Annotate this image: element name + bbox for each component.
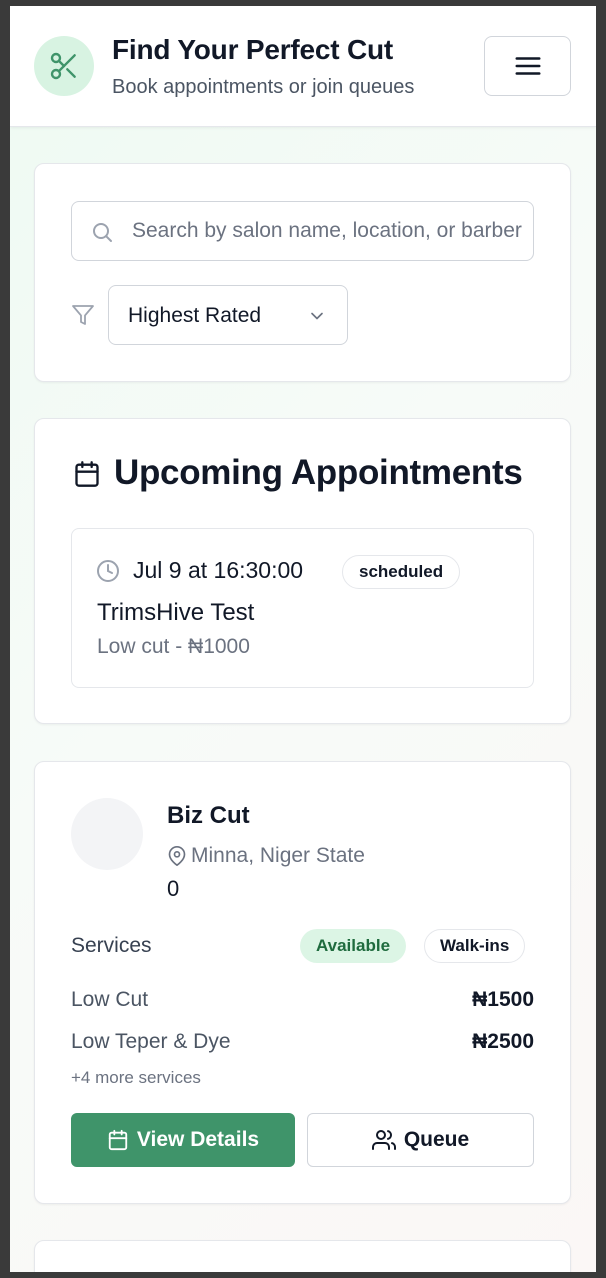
- queue-label: Queue: [403, 1128, 470, 1151]
- service-price: ₦1500: [472, 988, 534, 1011]
- salon-avatar: [71, 798, 143, 870]
- hamburger-menu-icon: [515, 57, 540, 75]
- search-box[interactable]: [71, 201, 534, 261]
- menu-button[interactable]: [484, 36, 571, 96]
- clock-icon: [97, 560, 119, 582]
- sort-dropdown[interactable]: Highest Rated: [108, 285, 348, 345]
- upcoming-appointments-card: Upcoming Appointments Jul 9 at 16:30:00 …: [34, 418, 571, 724]
- available-badge: Available: [300, 929, 407, 963]
- salon-card-next: [34, 1240, 571, 1272]
- page-title: Find Your Perfect Cut: [112, 34, 394, 65]
- users-icon: [371, 1130, 396, 1150]
- appointment-salon: TrimsHive Test: [97, 599, 255, 626]
- search-icon: [93, 223, 112, 242]
- view-details-label: View Details: [136, 1128, 260, 1151]
- salon-name: Biz Cut: [167, 802, 250, 829]
- service-row: Low Teper & Dye ₦2500: [71, 1030, 534, 1060]
- service-price: ₦2500: [472, 1030, 534, 1053]
- appointment-item[interactable]: Jul 9 at 16:30:00 scheduled TrimsHive Te…: [71, 528, 534, 688]
- view-details-button[interactable]: View Details: [71, 1113, 295, 1167]
- app-viewport: Find Your Perfect Cut Book appointments …: [10, 6, 596, 1272]
- salon-card: Biz Cut Minna, Niger State 0 Services Av…: [34, 761, 571, 1204]
- salon-rating: 0: [167, 876, 180, 901]
- walkins-badge: Walk-ins: [424, 929, 526, 963]
- service-name: Low Cut: [71, 988, 149, 1011]
- filter-icon: [72, 305, 94, 325]
- appointment-time: Jul 9 at 16:30:00: [133, 557, 304, 583]
- search-input[interactable]: [132, 202, 527, 260]
- service-name: Low Teper & Dye: [71, 1030, 231, 1053]
- sort-selected-value: Highest Rated: [128, 304, 262, 327]
- app-logo: [34, 36, 94, 96]
- queue-button[interactable]: Queue: [307, 1113, 534, 1167]
- appointments-heading: Upcoming Appointments: [114, 453, 523, 492]
- salon-location: Minna, Niger State: [191, 844, 365, 867]
- app-header: Find Your Perfect Cut Book appointments …: [10, 6, 596, 127]
- scissors-icon: [50, 52, 76, 80]
- more-services-text: +4 more services: [71, 1068, 201, 1087]
- status-badge: scheduled: [342, 555, 461, 589]
- services-label: Services: [71, 934, 152, 957]
- appointment-service: Low cut - ₦1000: [97, 635, 250, 658]
- search-filter-card: Highest Rated: [34, 163, 571, 382]
- chevron-down-icon: [311, 312, 323, 320]
- service-row: Low Cut ₦1500: [71, 988, 534, 1018]
- calendar-icon: [108, 1129, 128, 1151]
- page-subtitle: Book appointments or join queues: [112, 76, 415, 98]
- map-pin-icon: [168, 846, 186, 866]
- calendar-icon: [75, 461, 99, 487]
